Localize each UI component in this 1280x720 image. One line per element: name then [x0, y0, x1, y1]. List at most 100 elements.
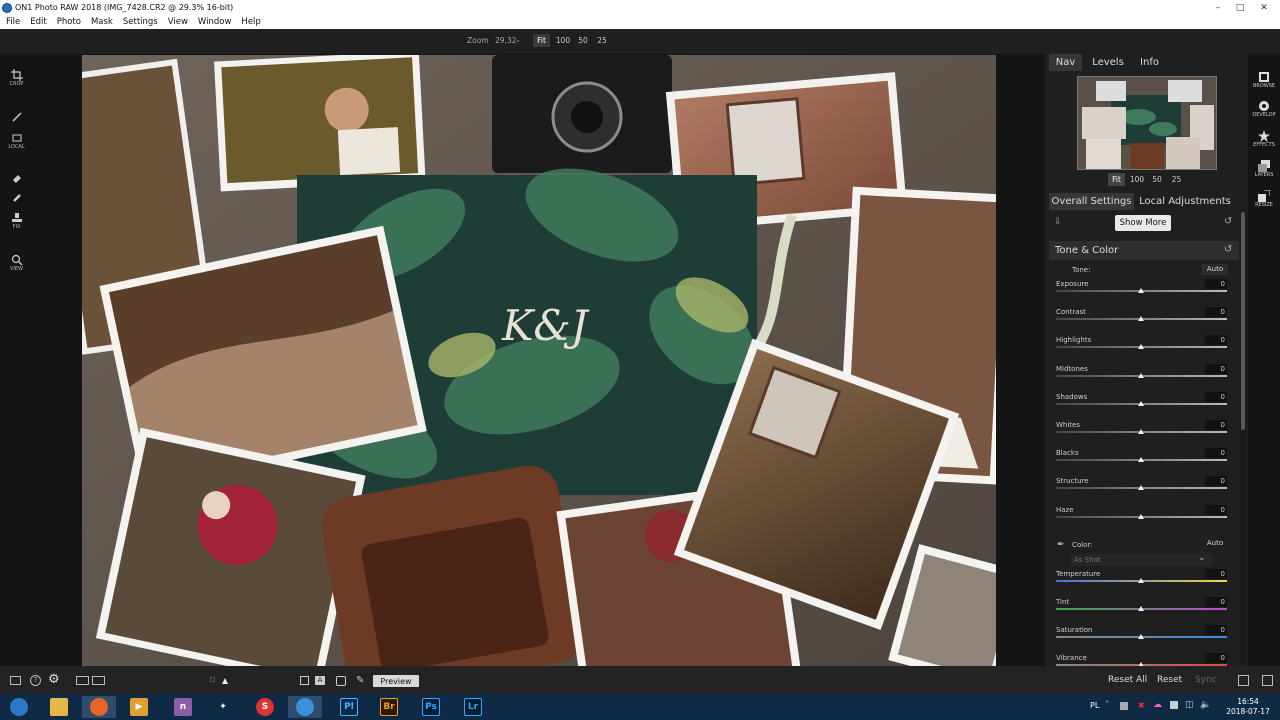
reset-overall-icon[interactable]: ↺ [1224, 216, 1232, 227]
module-resize[interactable]: RESIZE [1248, 190, 1280, 208]
tone-color-header[interactable]: Tone & Color [1049, 241, 1239, 260]
eyedropper-icon[interactable]: ✒ [1057, 540, 1065, 550]
menu-edit[interactable]: Edit [30, 17, 46, 27]
minimize-icon[interactable]: – [1210, 0, 1226, 15]
temperature-value[interactable]: 0 [1205, 569, 1227, 579]
fix-tool[interactable]: FIX [0, 212, 33, 230]
show-more-button[interactable]: Show More [1115, 215, 1171, 231]
tray-app-icon[interactable] [1120, 702, 1128, 710]
zoom-50-button[interactable]: 50 [575, 34, 591, 47]
circle-view-icon[interactable] [336, 676, 346, 686]
network-icon[interactable]: ◫ [1185, 700, 1194, 710]
view-tool[interactable]: VIEW [0, 254, 33, 272]
highlights-value[interactable]: 0 [1205, 335, 1227, 346]
midtones-slider-thumb[interactable] [1138, 372, 1144, 378]
menu-photo[interactable]: Photo [57, 17, 81, 27]
taskbar-lightroom[interactable]: Lr [456, 696, 490, 718]
menu-settings[interactable]: Settings [123, 17, 158, 27]
color-auto-button[interactable]: Auto [1202, 538, 1228, 549]
navigator-thumbnail[interactable] [1077, 76, 1217, 170]
panel-toggle-icon[interactable] [10, 676, 21, 685]
structure-slider-thumb[interactable] [1138, 485, 1144, 491]
taskbar-explorer[interactable] [42, 696, 76, 718]
menu-help[interactable]: Help [241, 17, 260, 27]
contrast-slider-thumb[interactable] [1138, 316, 1144, 322]
compare-view-icon[interactable] [92, 676, 105, 685]
save-preset-icon[interactable]: ⇩ [1054, 217, 1062, 227]
whites-slider-thumb[interactable] [1138, 429, 1144, 434]
panel-scrollbar-thumb[interactable] [1241, 212, 1245, 430]
contrast-value[interactable]: 0 [1205, 307, 1227, 318]
white-balance-select[interactable]: As Shot [1070, 554, 1212, 566]
whites-value[interactable]: 0 [1205, 420, 1227, 430]
help-icon[interactable]: ? [30, 675, 41, 686]
tab-overall-settings[interactable]: Overall Settings [1049, 193, 1134, 210]
start-button[interactable] [2, 696, 36, 718]
midtones-value[interactable]: 0 [1205, 363, 1227, 374]
volume-icon[interactable]: 🔈 [1200, 700, 1211, 710]
auto-icon[interactable]: A [315, 676, 325, 685]
nav-50-button[interactable]: 50 [1149, 173, 1165, 186]
language-indicator[interactable]: PL [1090, 701, 1099, 710]
photo-preview[interactable]: K&J [82, 55, 996, 666]
brush-tool[interactable] [0, 111, 33, 123]
eraser-tool[interactable] [0, 172, 33, 184]
nav-fit-button[interactable]: Fit [1108, 173, 1125, 186]
share-icon[interactable] [1262, 675, 1273, 686]
crop-tool[interactable]: CROP [0, 69, 33, 87]
tint-value[interactable]: 0 [1205, 597, 1227, 607]
taskbar-pl[interactable]: Pl [332, 696, 366, 718]
saturation-slider-thumb[interactable] [1138, 634, 1144, 639]
module-layers[interactable]: LAYERS [1248, 160, 1280, 178]
preview-size-slider[interactable] [222, 678, 228, 684]
healing-tool[interactable] [0, 192, 33, 204]
blacks-slider-thumb[interactable] [1138, 457, 1144, 463]
sync-button[interactable]: Sync [1195, 675, 1217, 685]
haze-slider-thumb[interactable] [1138, 513, 1144, 519]
zoom-dropdown-icon[interactable]: ⌄ [515, 36, 521, 44]
haze-value[interactable]: 0 [1205, 504, 1227, 515]
shadows-value[interactable]: 0 [1205, 391, 1227, 402]
gear-icon[interactable]: ⚙ [48, 672, 60, 687]
temperature-slider-thumb[interactable] [1138, 578, 1144, 583]
taskbar-photoshop[interactable]: Ps [414, 696, 448, 718]
zoom-value[interactable]: 29,32 [495, 36, 516, 45]
tab-nav[interactable]: Nav [1049, 54, 1082, 71]
taskbar-media[interactable]: ▶ [122, 696, 156, 718]
taskbar-on1[interactable] [288, 696, 322, 718]
menu-window[interactable]: Window [198, 17, 232, 27]
exposure-slider-thumb[interactable] [1138, 288, 1144, 293]
exposure-value[interactable]: 0 [1205, 279, 1227, 289]
structure-value[interactable]: 0 [1205, 476, 1227, 487]
tray-security-icon[interactable]: ✖ [1138, 701, 1145, 710]
module-effects[interactable]: EFFECTS [1248, 130, 1280, 148]
clock[interactable]: 16:54 2018-07-17 [1222, 697, 1274, 717]
tint-slider-thumb[interactable] [1138, 606, 1144, 611]
zoom-100-button[interactable]: 100 [554, 34, 572, 47]
close-icon[interactable]: ✕ [1256, 0, 1272, 15]
paste-icon[interactable]: ✎ [356, 675, 364, 686]
reset-button[interactable]: Reset [1157, 675, 1182, 685]
taskbar-fox[interactable]: ✦ [206, 696, 240, 718]
shadows-slider-thumb[interactable] [1138, 400, 1144, 406]
export-icon[interactable] [1238, 675, 1249, 686]
blacks-value[interactable]: 0 [1205, 448, 1227, 459]
taskbar-firefox[interactable] [82, 696, 116, 718]
nav-100-button[interactable]: 100 [1128, 173, 1146, 186]
taskbar-notes[interactable]: n [166, 696, 200, 718]
taskbar-bridge[interactable]: Br [372, 696, 406, 718]
module-browse[interactable]: BROWSE [1248, 71, 1280, 89]
mask-view-icon[interactable] [300, 676, 309, 685]
tab-local-adjustments[interactable]: Local Adjustments [1138, 193, 1232, 210]
vibrance-value[interactable]: 0 [1205, 653, 1227, 663]
nav-25-button[interactable]: 25 [1168, 173, 1185, 186]
tray-chevron-icon[interactable]: ˄ [1105, 700, 1109, 709]
tab-levels[interactable]: Levels [1085, 54, 1131, 71]
zoom-fit-button[interactable]: Fit [533, 34, 550, 47]
highlights-slider-thumb[interactable] [1138, 344, 1144, 350]
reset-section-icon[interactable]: ↺ [1224, 244, 1232, 255]
zoom-25-button[interactable]: 25 [594, 34, 610, 47]
reset-all-button[interactable]: Reset All [1108, 675, 1147, 685]
module-develop[interactable]: DEVELOP [1248, 100, 1280, 118]
maximize-icon[interactable]: □ [1232, 0, 1248, 15]
